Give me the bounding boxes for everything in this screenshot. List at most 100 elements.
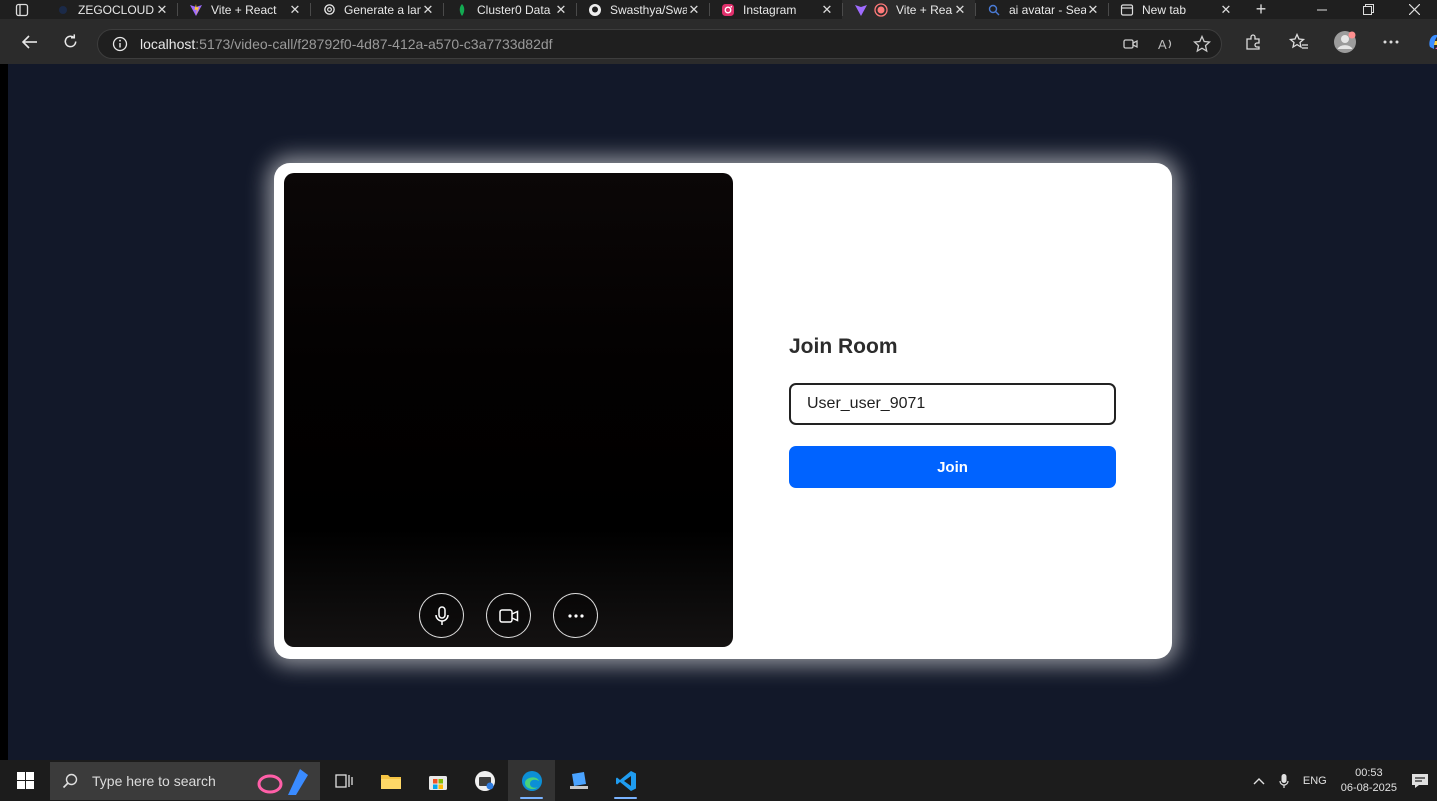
clock[interactable]: 00:53 06-08-2025 <box>1341 766 1397 796</box>
close-icon[interactable]: ✕ <box>1219 2 1233 18</box>
start-button[interactable] <box>0 760 50 801</box>
tab-title: Vite + Rea <box>896 2 953 17</box>
camera-in-use-icon[interactable] <box>1123 37 1139 51</box>
tab-vite-react[interactable]: Vite + React ✕ <box>177 0 310 19</box>
tab-title: ZEGOCLOUD C <box>78 2 155 17</box>
more-options-button[interactable] <box>553 593 598 638</box>
copilot-icon <box>1429 34 1437 49</box>
newtab-icon <box>1120 3 1134 17</box>
more-horizontal-icon <box>567 613 584 618</box>
windows-taskbar: Type here to search ENG 00:53 06-08-2025 <box>0 760 1437 801</box>
refresh-icon <box>64 34 76 48</box>
username-input[interactable] <box>789 383 1116 425</box>
restore-button[interactable] <box>1345 0 1391 19</box>
recording-icon <box>874 2 888 17</box>
mail-app-button[interactable] <box>461 760 508 801</box>
tab-chatgpt[interactable]: Generate a lan ✕ <box>310 0 443 19</box>
search-highlight-icon <box>254 767 312 800</box>
tab-instagram[interactable]: Instagram ✕ <box>709 0 842 19</box>
tab-strip: ZEGOCLOUD C ✕ Vite + React ✕ Generate a … <box>0 0 1437 19</box>
tab-title: Generate a lan <box>344 2 421 17</box>
minimize-button[interactable] <box>1299 0 1345 19</box>
close-window-button[interactable] <box>1391 0 1437 19</box>
edge-icon <box>521 770 542 791</box>
edge-browser-button[interactable] <box>508 760 555 801</box>
more-horizontal-icon <box>1383 40 1399 43</box>
info-icon[interactable] <box>112 36 128 52</box>
settings-menu-button[interactable] <box>1373 24 1409 60</box>
clock-date: 06-08-2025 <box>1340 781 1397 794</box>
input-language[interactable]: ENG <box>1303 775 1327 787</box>
search-icon <box>987 3 1001 17</box>
tab-title: Swasthya/Swas <box>610 2 687 17</box>
windows-logo-icon <box>16 772 34 789</box>
minimize-icon <box>1317 9 1327 10</box>
instagram-icon <box>721 3 735 17</box>
search-placeholder: Type here to search <box>92 772 216 789</box>
microphone-toggle-button[interactable] <box>419 593 464 638</box>
mongodb-icon <box>455 3 469 17</box>
address-bar[interactable]: localhost:5173/video-call/f28792f0-4d87-… <box>97 29 1222 59</box>
microphone-icon[interactable] <box>1279 773 1289 789</box>
chevron-up-icon[interactable] <box>1253 777 1265 785</box>
terminal-app-button[interactable] <box>555 760 602 801</box>
close-icon[interactable]: ✕ <box>554 2 568 18</box>
toolbar-right <box>1235 19 1437 64</box>
mail-icon <box>474 770 495 791</box>
system-tray: ENG 00:53 06-08-2025 <box>1253 760 1437 801</box>
store-icon <box>428 775 447 790</box>
refresh-button[interactable] <box>50 22 90 62</box>
profile-button[interactable] <box>1327 24 1363 60</box>
favorites-button[interactable] <box>1281 24 1317 60</box>
taskbar-search-box[interactable]: Type here to search <box>50 761 320 800</box>
close-icon[interactable]: ✕ <box>1086 2 1100 18</box>
page-viewport: Join Room Join <box>8 64 1437 760</box>
tab-search[interactable]: ai avatar - Sear ✕ <box>975 0 1108 19</box>
favorites-icon <box>1289 32 1308 49</box>
file-explorer-button[interactable] <box>367 760 414 801</box>
search-icon <box>62 773 78 788</box>
close-icon[interactable]: ✕ <box>421 2 435 18</box>
tab-title: Vite + React <box>211 2 277 17</box>
extensions-button[interactable] <box>1235 24 1271 60</box>
url-path: :5173/video-call/f28792f0-4d87-412a-a570… <box>195 36 553 52</box>
camera-toggle-button[interactable] <box>486 593 531 638</box>
back-button[interactable] <box>10 22 50 62</box>
join-room-card: Join Room Join <box>274 163 1172 659</box>
video-preview <box>284 173 733 647</box>
close-icon[interactable]: ✕ <box>820 2 834 18</box>
task-view-icon <box>334 773 353 788</box>
tab-title: Cluster0 Data | <box>477 2 554 17</box>
tab-zegocloud[interactable]: ZEGOCLOUD C ✕ <box>44 0 177 19</box>
video-controls <box>284 593 733 638</box>
vscode-button[interactable] <box>602 760 649 801</box>
url-text: localhost:5173/video-call/f28792f0-4d87-… <box>140 36 553 52</box>
tab-new-tab[interactable]: New tab ✕ <box>1108 0 1241 19</box>
close-icon[interactable]: ✕ <box>953 2 967 18</box>
join-button[interactable]: Join <box>789 446 1116 488</box>
clock-time: 00:53 <box>1355 766 1383 779</box>
new-tab-button[interactable]: + <box>1241 0 1281 19</box>
tab-github[interactable]: Swasthya/Swas ✕ <box>576 0 709 19</box>
copilot-button[interactable] <box>1419 24 1437 60</box>
join-room-title: Join Room <box>789 335 898 358</box>
close-icon[interactable]: ✕ <box>288 2 302 18</box>
tab-mongodb[interactable]: Cluster0 Data | ✕ <box>443 0 576 19</box>
vscode-icon <box>615 770 636 791</box>
laptop-app-icon <box>569 771 588 789</box>
task-view-button[interactable] <box>320 760 367 801</box>
read-aloud-icon[interactable]: A <box>1157 36 1175 52</box>
close-icon[interactable]: ✕ <box>155 2 169 18</box>
tab-actions-button[interactable] <box>0 0 44 19</box>
favorite-star-icon[interactable] <box>1193 35 1211 53</box>
github-icon <box>588 3 602 17</box>
tab-title: ai avatar - Sear <box>1009 2 1086 17</box>
tab-vite-react-active[interactable]: Vite + Rea ✕ <box>842 0 975 19</box>
notification-icon[interactable] <box>1411 773 1429 789</box>
tab-title: Instagram <box>743 2 797 17</box>
folder-icon <box>380 774 401 789</box>
openai-icon <box>322 3 336 17</box>
restore-icon <box>1362 4 1374 15</box>
microsoft-store-button[interactable] <box>414 760 461 801</box>
close-icon[interactable]: ✕ <box>687 2 701 18</box>
